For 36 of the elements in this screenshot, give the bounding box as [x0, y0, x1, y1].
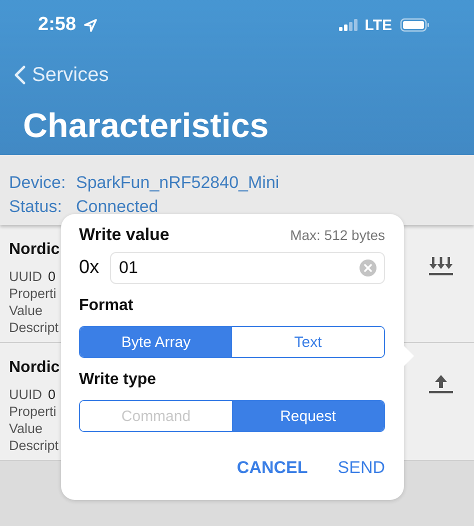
down-arrows-icon[interactable] [428, 255, 454, 277]
write-type-option[interactable]: Request [232, 401, 384, 431]
characteristic-name: Nordic [9, 359, 60, 377]
signal-icon [338, 19, 359, 31]
chevron-left-icon[interactable] [14, 65, 26, 85]
upload-icon[interactable] [428, 373, 454, 395]
write-type-label: Write type [79, 370, 158, 390]
characteristic-name: Nordic [9, 241, 60, 259]
format-label: Format [79, 296, 134, 316]
descriptor-label: Descript [9, 319, 59, 336]
cancel-button[interactable]: CANCEL [236, 458, 308, 478]
location-arrow-icon [84, 18, 98, 32]
format-option[interactable]: Byte Array [80, 327, 232, 357]
uuid-value: 0 [48, 268, 56, 285]
dialog-title: Write value [79, 225, 170, 245]
send-button[interactable]: SEND [338, 458, 385, 478]
value-input-field[interactable]: 01 [110, 252, 385, 284]
hex-prefix: 0x [79, 257, 100, 279]
connection-status: Connected [76, 196, 158, 218]
back-button[interactable]: Services [14, 64, 109, 86]
clock-time: 2:58 [38, 14, 76, 36]
properties-label: Properti [9, 285, 56, 302]
properties-label: Properti [9, 403, 56, 420]
uuid-label: UUID [9, 386, 42, 403]
network-label: LTE [364, 16, 392, 34]
page-title: Characteristics [22, 106, 270, 147]
uuid-value: 0 [48, 386, 56, 403]
value-label: Value [9, 420, 43, 437]
status-label: Status: [9, 196, 63, 218]
device-name: SparkFun_nRF52840_Mini [76, 172, 280, 194]
value-label: Value [9, 302, 43, 319]
max-size-label: Max: 512 bytes [290, 227, 385, 243]
uuid-label: UUID [9, 268, 42, 285]
battery-icon [400, 18, 430, 32]
descriptor-label: Descript [9, 437, 59, 454]
device-label: Device: [9, 172, 67, 194]
